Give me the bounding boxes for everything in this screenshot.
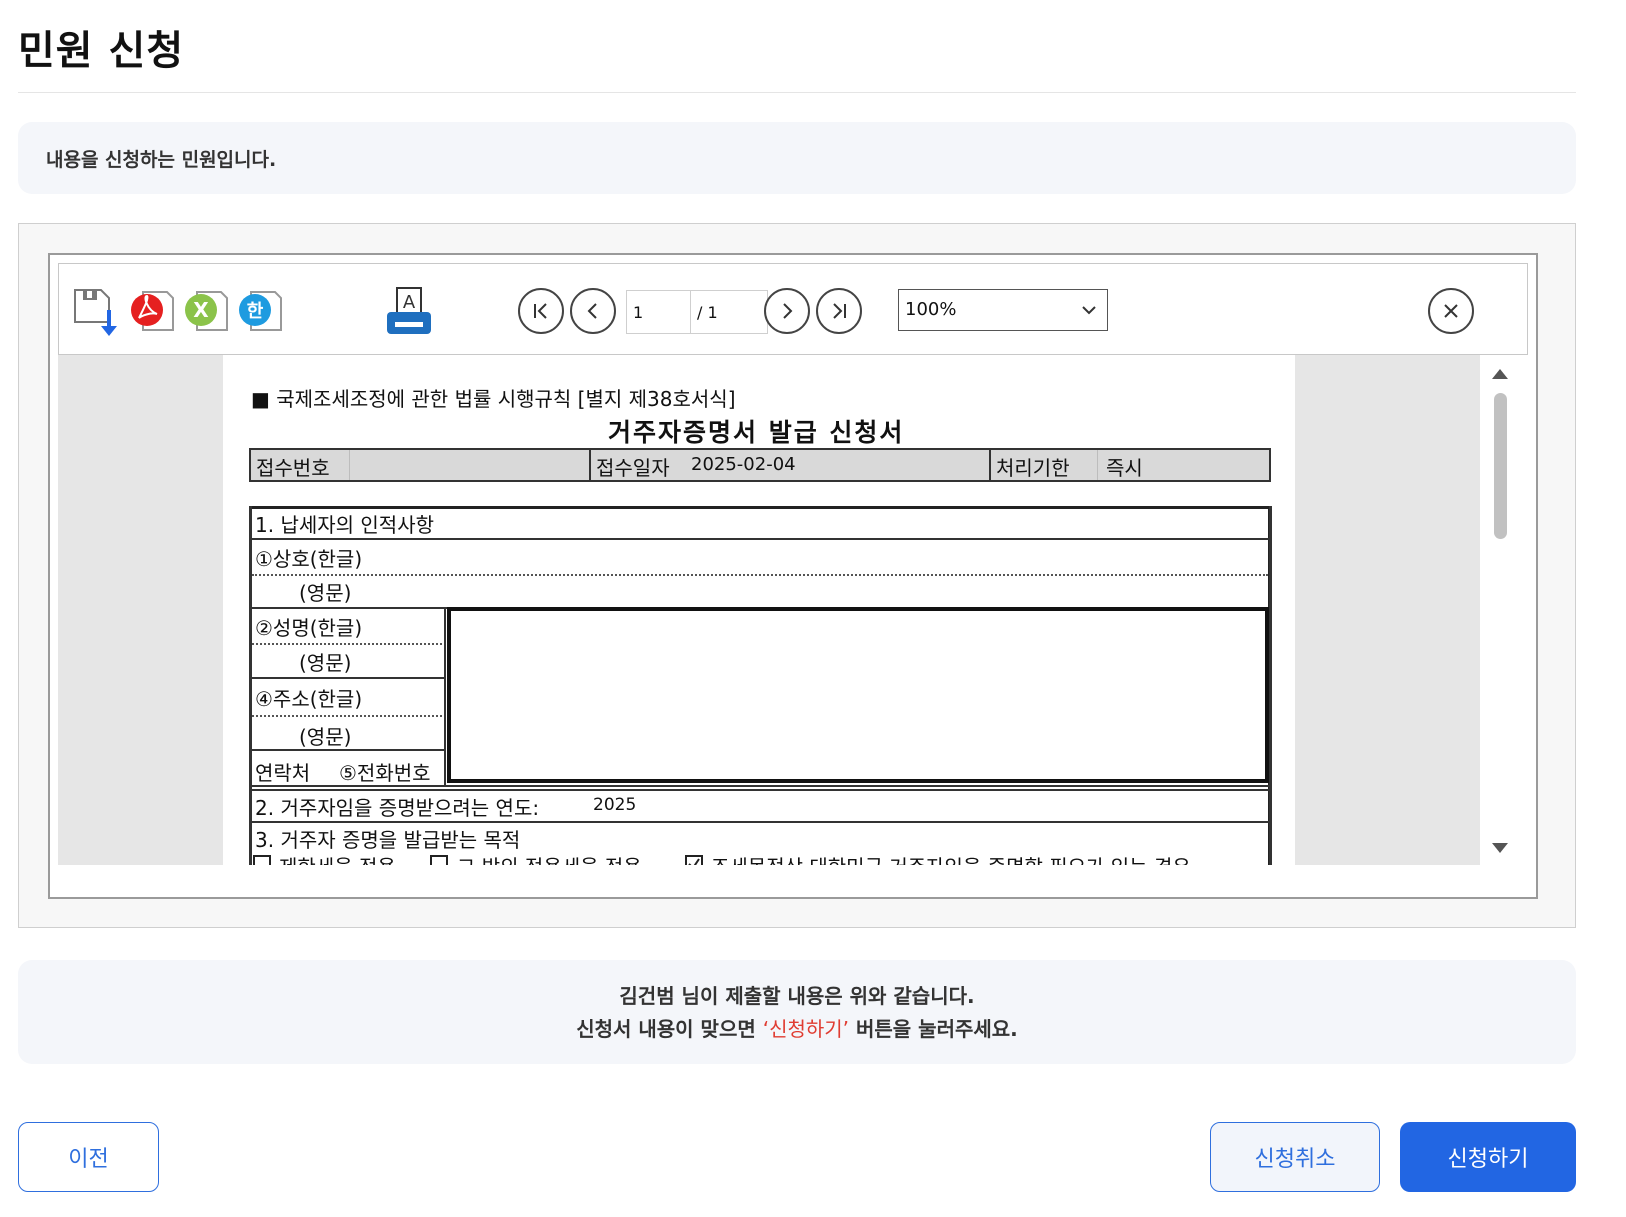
excel-icon[interactable]: X — [183, 288, 231, 338]
receipt-date: 2025-02-04 — [691, 454, 796, 475]
phone-label: ⑤전화번호 — [339, 761, 431, 785]
scroll-up-icon[interactable] — [1492, 367, 1508, 381]
purpose-1-label: 제한세율 적용 — [279, 851, 396, 865]
close-icon — [1444, 304, 1458, 318]
prev-page-button[interactable] — [570, 288, 616, 334]
chevron-down-icon — [1082, 306, 1096, 315]
section-2-year: 2025 — [593, 795, 637, 815]
company-en-label: (영문) — [299, 581, 352, 605]
address-en-label: (영문) — [299, 725, 352, 749]
document-scrollbar[interactable] — [1480, 355, 1520, 865]
cancel-application-button[interactable]: 신청취소 — [1210, 1122, 1380, 1192]
confirm-line-2: 신청서 내용이 맞으면 ‘신청하기’ 버튼을 눌러주세요. — [18, 1013, 1576, 1046]
deadline-value: 즉시 — [1106, 456, 1143, 480]
company-kr-label: ①상호(한글) — [255, 547, 363, 571]
purpose-3-checkbox[interactable] — [685, 855, 703, 865]
name-kr-label: ②성명(한글) — [255, 616, 363, 640]
notice-panel: 내용을 신청하는 민원입니다. — [18, 122, 1576, 194]
section-3-label: 3. 거주자 증명을 발급받는 목적 — [255, 828, 521, 852]
scroll-thumb[interactable] — [1494, 393, 1507, 539]
purpose-2-label: 그 밖의 적용세율 적용 — [457, 851, 642, 865]
purpose-1-checkbox[interactable] — [253, 855, 271, 865]
page-indicator: 1 / 1 — [626, 290, 768, 334]
confirm-line-2-post: 버튼을 눌러주세요. — [849, 1017, 1018, 1041]
purpose-2-checkbox[interactable] — [430, 855, 448, 865]
rule-reference: ■ 국제조세조정에 관한 법률 시행규칙 [별지 제38호서식] — [251, 387, 736, 411]
receipt-header-table: 접수번호 접수일자 2025-02-04 처리기한 즉시 — [249, 448, 1271, 482]
receipt-no-label: 접수번호 — [256, 456, 330, 480]
zoom-value: 100% — [905, 299, 957, 320]
deadline-label: 처리기한 — [996, 456, 1070, 480]
personal-info-masked — [447, 607, 1269, 783]
check-icon — [688, 858, 700, 865]
document-title: 거주자증명서 발급 신청서 — [608, 418, 905, 447]
confirm-line-1: 김건범 님이 제출할 내용은 위와 같습니다. — [619, 984, 975, 1008]
current-page-input[interactable]: 1 — [627, 291, 691, 333]
name-en-label: (영문) — [299, 651, 352, 675]
pdf-icon[interactable] — [129, 288, 177, 338]
print-icon[interactable]: A — [383, 286, 435, 342]
prev-button[interactable]: 이전 — [18, 1122, 159, 1192]
hwp-icon[interactable]: 한 — [237, 288, 285, 338]
purpose-3-label: 조세목적상 대한민국 거주자임을 증명할 필요가 있는 경우 — [711, 851, 1191, 865]
section-2-label: 2. 거주자임을 증명받으려는 연도: — [255, 796, 540, 820]
document-viewer: X 한 A 1 / 1 100% ■ 국제조세조정에 관한 법률 시행규칙 [별… — [18, 223, 1576, 928]
receipt-date-label: 접수일자 — [596, 456, 670, 480]
svg-text:X: X — [193, 298, 209, 322]
svg-text:A: A — [403, 292, 416, 313]
confirm-panel: 김건범 님이 제출할 내용은 위와 같습니다. 신청서 내용이 맞으면 ‘신청하… — [18, 960, 1576, 1064]
confirm-line-2-pre: 신청서 내용이 맞으면 — [576, 1017, 763, 1041]
scroll-down-icon[interactable] — [1492, 841, 1508, 855]
svg-text:한: 한 — [247, 301, 264, 322]
document-area: ■ 국제조세조정에 관한 법률 시행규칙 [별지 제38호서식] 거주자증명서 … — [58, 355, 1480, 865]
confirm-highlight: ‘신청하기’ — [762, 1017, 850, 1041]
address-kr-label: ④주소(한글) — [255, 687, 363, 711]
page-title: 민원 신청 — [18, 28, 185, 74]
section-1-label: 1. 납세자의 인적사항 — [255, 513, 434, 537]
notice-text: 내용을 신청하는 민원입니다. — [46, 148, 277, 171]
document-page: ■ 국제조세조정에 관한 법률 시행규칙 [별지 제38호서식] 거주자증명서 … — [223, 355, 1295, 865]
last-page-button[interactable] — [816, 288, 862, 334]
close-viewer-button[interactable] — [1428, 288, 1474, 334]
zoom-select[interactable]: 100% — [898, 289, 1108, 331]
next-page-button[interactable] — [764, 288, 810, 334]
contact-label: 연락처 — [255, 761, 311, 785]
submit-application-button[interactable]: 신청하기 — [1400, 1122, 1576, 1192]
viewer-toolbar: X 한 A 1 / 1 100% — [58, 263, 1528, 355]
save-icon[interactable] — [71, 286, 123, 342]
first-page-button[interactable] — [518, 288, 564, 334]
viewer-inner: X 한 A 1 / 1 100% ■ 국제조세조정에 관한 법률 시행규칙 [별… — [48, 253, 1538, 899]
total-pages: / 1 — [697, 303, 718, 322]
title-divider — [18, 92, 1576, 93]
